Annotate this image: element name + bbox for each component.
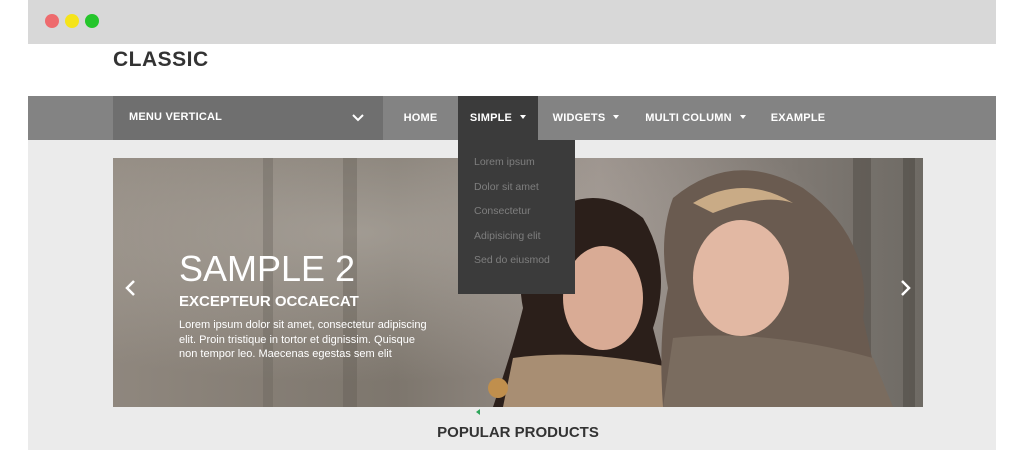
nav-item-widgets[interactable]: WIDGETS <box>546 96 626 140</box>
simple-dropdown-menu: Lorem ipsum Dolor sit amet Consectetur A… <box>458 140 575 294</box>
close-window-icon[interactable] <box>45 14 59 28</box>
dropdown-item-consectetur[interactable]: Consectetur <box>458 205 575 230</box>
caret-down-icon <box>520 115 527 120</box>
dropdown-item-lorem-ipsum[interactable]: Lorem ipsum <box>458 156 575 181</box>
slide-description: Lorem ipsum dolor sit amet, consectetur … <box>179 319 427 360</box>
main-navbar: MENU VERTICAL HOME SIMPLE WIDGETS MULTI … <box>28 96 996 140</box>
nav-item-label: MULTI COLUMN <box>645 112 732 124</box>
caret-down-icon <box>613 115 620 120</box>
dropdown-item-adipisicing-elit[interactable]: Adipisicing elit <box>458 230 575 255</box>
popular-products-heading: POPULAR PRODUCTS <box>437 424 599 441</box>
minimize-window-icon[interactable] <box>65 14 79 28</box>
vertical-menu-toggle[interactable]: MENU VERTICAL <box>113 96 383 140</box>
nav-item-multi-column[interactable]: MULTI COLUMN <box>638 96 753 140</box>
slider-pager-indicator[interactable] <box>476 409 480 415</box>
window-titlebar <box>28 0 996 44</box>
chevron-right-icon[interactable] <box>897 278 913 298</box>
vertical-menu-label: MENU VERTICAL <box>129 111 223 123</box>
chevron-down-icon <box>352 114 364 122</box>
browser-window: CLASSIC MENU VERTICAL HOME SIMPLE WIDGET… <box>28 0 996 450</box>
site-header: CLASSIC <box>28 44 996 96</box>
nav-item-label: SIMPLE <box>469 112 513 124</box>
nav-item-example[interactable]: EXAMPLE <box>763 96 833 140</box>
site-logo[interactable]: CLASSIC <box>113 48 209 72</box>
chevron-left-icon[interactable] <box>123 278 139 298</box>
maximize-window-icon[interactable] <box>85 14 99 28</box>
slide-title: SAMPLE 2 <box>179 248 356 289</box>
nav-item-home[interactable]: HOME <box>383 96 458 140</box>
slide-subtitle: EXCEPTEUR OCCAECAT <box>179 293 359 310</box>
nav-item-simple[interactable]: SIMPLE <box>458 96 538 140</box>
dropdown-item-dolor-sit-amet[interactable]: Dolor sit amet <box>458 181 575 206</box>
nav-item-label: HOME <box>403 112 438 124</box>
caret-down-icon <box>739 115 746 120</box>
nav-item-label: EXAMPLE <box>770 112 826 124</box>
dropdown-item-sed-do-eiusmod[interactable]: Sed do eiusmod <box>458 254 575 279</box>
nav-item-label: WIDGETS <box>552 112 606 124</box>
